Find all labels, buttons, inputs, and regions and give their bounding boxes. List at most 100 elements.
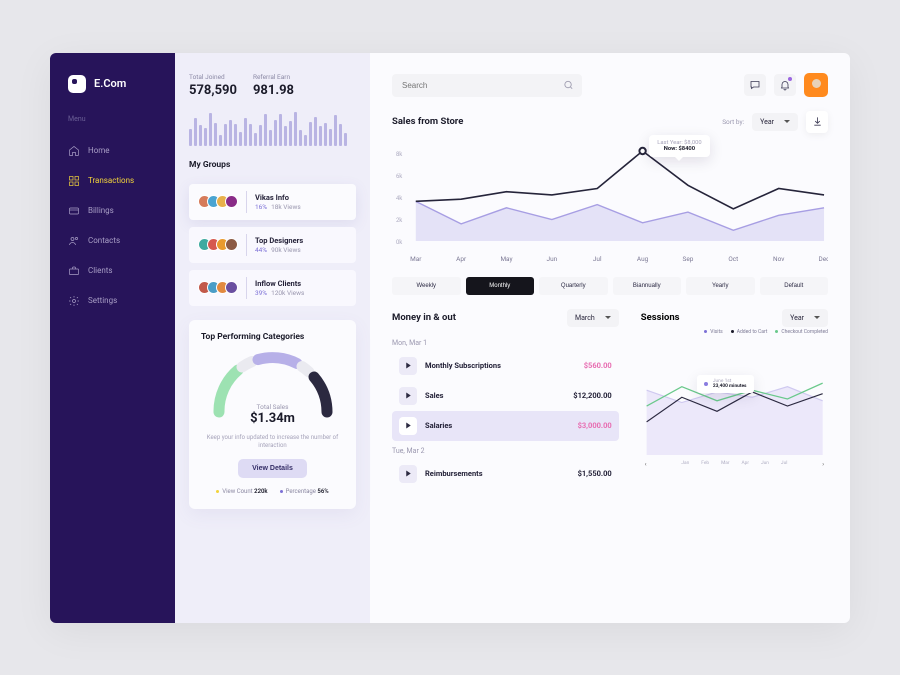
range-tab-yearly[interactable]: Yearly (686, 277, 755, 295)
svg-text:Nov: Nov (773, 254, 785, 262)
nav-contacts[interactable]: Contacts (68, 235, 157, 247)
svg-text:4k: 4k (396, 194, 403, 201)
view-count-value: 220k (254, 488, 267, 495)
sales-section: Sales from Store Sort by: Year 8k 6k 4k … (392, 111, 828, 295)
svg-text:6k: 6k (396, 172, 403, 179)
svg-text:Jun: Jun (547, 254, 558, 262)
month-label: Jul (781, 461, 787, 468)
notifications-icon[interactable] (774, 74, 796, 96)
sessions-tooltip: June 1st 23,400 minutes (697, 375, 754, 393)
range-tab-quarterly[interactable]: Quarterly (539, 277, 608, 295)
day-label: Tue, Mar 2 (392, 447, 619, 455)
group-avatars (198, 195, 238, 208)
tooltip-last-year: Last Year: $8,000 (657, 140, 701, 146)
money-amount: $3,000.00 (578, 421, 612, 430)
svg-text:2k: 2k (396, 216, 403, 223)
day-label: Mon, Mar 1 (392, 339, 619, 347)
svg-text:8k: 8k (396, 150, 403, 157)
sort-by-label: Sort by: (722, 118, 744, 126)
card-icon (68, 205, 80, 217)
group-avatars (198, 281, 238, 294)
month-label: Feb (701, 461, 709, 468)
money-row[interactable]: Salaries$3,000.00 (392, 411, 619, 441)
nav-home-label: Home (88, 146, 110, 155)
grid-icon (68, 175, 80, 187)
group-pct: 39% (255, 289, 267, 297)
group-card[interactable]: Top Designers 44%90k Views (189, 227, 356, 263)
group-views: 18k Views (271, 203, 301, 211)
sales-header: Sales from Store Sort by: Year (392, 111, 828, 133)
chevron-left-icon[interactable]: ‹ (645, 461, 647, 468)
svg-text:Mar: Mar (410, 254, 422, 262)
money-header: Money in & out March (392, 309, 619, 327)
search-input[interactable] (392, 74, 582, 97)
sessions-chart: June 1st 23,400 minutes (641, 341, 828, 461)
sales-chart: 8k 6k 4k 2k 0k MarAprMayJunJulAugSepOctN… (392, 133, 828, 273)
sales-sort-dropdown[interactable]: Year (752, 113, 798, 131)
group-info: Vikas Info 16%18k Views (255, 193, 301, 211)
stat-joined-label: Total Joined (189, 73, 237, 81)
brand-logo-icon (68, 75, 86, 93)
nav-home[interactable]: Home (68, 145, 157, 157)
messages-icon[interactable] (744, 74, 766, 96)
money-amount: $1,550.00 (578, 469, 612, 478)
nav-clients[interactable]: Clients (68, 265, 157, 277)
briefcase-icon (68, 265, 80, 277)
sessions-filter-dropdown[interactable]: Year (782, 309, 828, 327)
search-icon (563, 75, 574, 94)
money-row[interactable]: Sales$12,200.00 (392, 381, 619, 411)
users-icon (68, 235, 80, 247)
svg-text:Oct: Oct (728, 254, 738, 262)
download-icon[interactable] (806, 111, 828, 133)
brand-name: E.Com (94, 77, 126, 90)
range-tab-biannually[interactable]: Biannually (613, 277, 682, 295)
menu-label: Menu (68, 115, 157, 123)
sessions-pane: Sessions Year Visits Added to Cart Check… (641, 309, 828, 609)
month-label: Mar (721, 461, 729, 468)
view-count-label: View Count (222, 488, 252, 495)
svg-text:Dec: Dec (819, 254, 828, 262)
app-window: E.Com Menu Home Transactions Billings Co… (50, 53, 850, 623)
transaction-icon (399, 417, 417, 435)
percentage-value: 56% (317, 488, 328, 495)
money-filter-dropdown[interactable]: March (567, 309, 619, 327)
stats-row: Total Joined 578,590 Referral Earn 981.9… (189, 73, 356, 98)
money-row[interactable]: Reimbursements$1,550.00 (392, 459, 619, 489)
money-title: Money in & out (392, 312, 456, 323)
group-name: Top Designers (255, 236, 303, 245)
group-info: Inflow Clients 39% 120k Views (255, 279, 304, 297)
range-tab-default[interactable]: Default (760, 277, 829, 295)
nav-billings[interactable]: Billings (68, 205, 157, 217)
home-icon (68, 145, 80, 157)
bullet-icon (704, 382, 708, 386)
group-card[interactable]: Inflow Clients 39% 120k Views (189, 270, 356, 306)
group-views: 120k Views (271, 289, 304, 297)
nav-contacts-label: Contacts (88, 236, 120, 245)
nav-transactions[interactable]: Transactions (68, 175, 157, 187)
range-tabs: Weekly MonthlyQuarterly BiannuallyYearly De… (392, 277, 828, 295)
month-label: Jun (761, 461, 769, 468)
money-name: Monthly Subscriptions (425, 361, 576, 370)
sessions-title: Sessions (641, 312, 680, 323)
user-avatar[interactable] (804, 73, 828, 97)
top-cat-note: Keep your info updated to increase the n… (201, 434, 344, 451)
money-row[interactable]: Monthly Subscriptions$560.00 (392, 351, 619, 381)
svg-text:May: May (500, 254, 512, 262)
sales-title: Sales from Store (392, 116, 714, 127)
nav-settings[interactable]: Settings (68, 295, 157, 307)
stat-total-joined: Total Joined 578,590 (189, 73, 237, 98)
view-details-button[interactable]: View Details (238, 459, 307, 478)
tooltip-now: Now: $8400 (657, 146, 701, 152)
group-name: Inflow Clients (255, 279, 304, 288)
range-tab-monthly[interactable]: Monthly (466, 277, 535, 295)
chevron-right-icon[interactable]: › (822, 461, 824, 468)
group-card[interactable]: Vikas Info 16%18k Views (189, 184, 356, 220)
nav-settings-label: Settings (88, 296, 117, 305)
svg-text:0k: 0k (396, 238, 403, 245)
top-bar (392, 73, 828, 97)
stats-sparkline-chart (189, 112, 356, 146)
group-info: Top Designers 44%90k Views (255, 236, 303, 254)
sessions-xaxis: ‹ JanFebMarAprJunJul › (641, 461, 828, 468)
range-tab-weekly[interactable]: Weekly (392, 277, 461, 295)
transaction-icon (399, 387, 417, 405)
